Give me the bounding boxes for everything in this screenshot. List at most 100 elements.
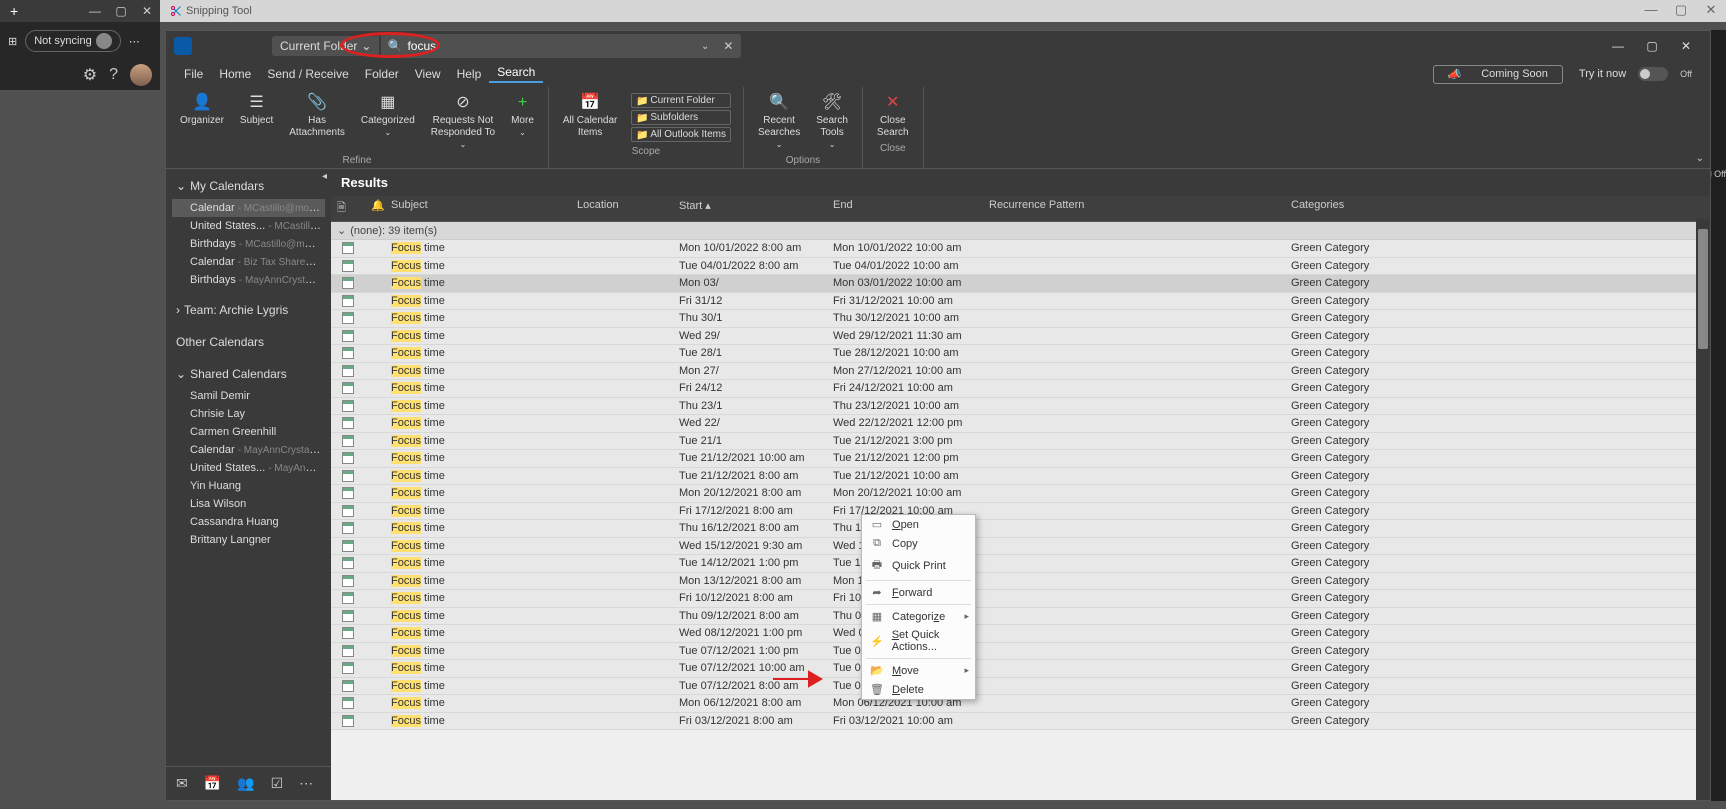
table-row[interactable]: Focus timeMon 20/12/2021 8:00 amMon 20/1…	[331, 485, 1710, 503]
scope-all-outlook[interactable]: 📁All Outlook Items	[631, 127, 731, 142]
browser-close-icon[interactable]: ✕	[134, 4, 160, 18]
table-row[interactable]: Focus timeThu 23/1Thu 23/12/2021 10:00 a…	[331, 398, 1710, 416]
table-row[interactable]: Focus timeFri 24/12Fri 24/12/2021 10:00 …	[331, 380, 1710, 398]
coming-soon-button[interactable]: 📣 Coming Soon	[1433, 65, 1563, 84]
ctx-open[interactable]: ▭Open	[862, 515, 975, 534]
nav-item[interactable]: Birthdays - MCastillo@morrow...	[172, 235, 325, 253]
snip-min-icon[interactable]: —	[1636, 0, 1666, 20]
table-row[interactable]: Focus timeMon 06/12/2021 8:00 amMon 06/1…	[331, 695, 1710, 713]
col-categories[interactable]: Categories	[1285, 199, 1710, 218]
nav-item[interactable]: Calendar - MayAnnCrystalyn.C...	[172, 441, 325, 459]
col-location[interactable]: Location	[571, 199, 673, 218]
table-row[interactable]: Focus timeMon 03/Mon 03/01/2022 10:00 am…	[331, 275, 1710, 293]
new-tab-icon[interactable]: +	[10, 3, 18, 19]
ctx-copy[interactable]: ⧉Copy	[862, 534, 975, 553]
table-row[interactable]: Focus timeWed 22/Wed 22/12/2021 12:00 pm…	[331, 415, 1710, 433]
table-row[interactable]: Focus timeTue 04/01/2022 8:00 amTue 04/0…	[331, 258, 1710, 276]
nav-item[interactable]: United States... - MCastillo@...	[172, 217, 325, 235]
ctx-move[interactable]: 📂Move▸	[862, 661, 975, 680]
table-row[interactable]: Focus timeMon 10/01/2022 8:00 amMon 10/0…	[331, 240, 1710, 258]
ctx-categorize[interactable]: ▦Categorize▸	[862, 607, 975, 626]
ribbon-collapse-icon[interactable]: ⌄	[1696, 153, 1704, 164]
search-scope-dropdown[interactable]: Current Folder ⌄	[272, 36, 379, 56]
col-start[interactable]: Start ▴	[673, 199, 827, 218]
categorized-button[interactable]: ▦Categorized⌄	[355, 91, 421, 153]
table-row[interactable]: Focus timeThu 30/1Thu 30/12/2021 10:00 a…	[331, 310, 1710, 328]
all-calendar-items-button[interactable]: 📅All Calendar Items	[557, 91, 623, 144]
scrollbar-thumb[interactable]	[1698, 229, 1708, 349]
search-clear-icon[interactable]: ✕	[715, 39, 741, 53]
scope-subfolders[interactable]: 📁Subfolders	[631, 110, 731, 125]
col-reminder[interactable]: 🔔	[365, 199, 385, 218]
table-row[interactable]: Focus timeWed 29/Wed 29/12/2021 11:30 am…	[331, 328, 1710, 346]
table-row[interactable]: Focus timeMon 27/Mon 27/12/2021 10:00 am…	[331, 363, 1710, 381]
col-recurrence[interactable]: Recurrence Pattern	[983, 199, 1285, 218]
scrollbar[interactable]	[1696, 219, 1710, 800]
has-attachments-button[interactable]: 📎Has Attachments	[283, 91, 351, 153]
table-row[interactable]: Focus timeTue 21/12/2021 10:00 amTue 21/…	[331, 450, 1710, 468]
sync-status[interactable]: Not syncing	[25, 30, 120, 52]
nav-my-calendars[interactable]: ⌄My Calendars	[172, 173, 325, 199]
search-input[interactable]	[381, 34, 695, 58]
browser-max-icon[interactable]: ▢	[108, 4, 134, 18]
more-icon[interactable]: ⋯	[299, 775, 313, 792]
calendar-icon[interactable]: 📅	[204, 775, 221, 792]
nav-team[interactable]: ›Team: Archie Lygris	[172, 297, 325, 323]
ctx-forward[interactable]: ➦Forward	[862, 583, 975, 602]
browser-min-icon[interactable]: —	[82, 4, 108, 18]
minimize-icon[interactable]: —	[1602, 39, 1634, 53]
table-row[interactable]: Focus timeThu 16/12/2021 8:00 amThu 16/1…	[331, 520, 1710, 538]
menu-search[interactable]: Search	[489, 65, 543, 83]
snip-close-icon[interactable]: ✕	[1696, 0, 1726, 20]
search-dropdown-icon[interactable]: ⌄	[695, 41, 715, 52]
organizer-button[interactable]: 👤Organizer	[174, 91, 230, 153]
table-row[interactable]: Focus timeTue 21/12/2021 8:00 amTue 21/1…	[331, 468, 1710, 486]
menu-home[interactable]: Home	[211, 67, 259, 81]
nav-shared-calendars[interactable]: ⌄Shared Calendars	[172, 361, 325, 387]
help-icon[interactable]: ?	[109, 66, 118, 84]
nav-item[interactable]: Calendar - Biz Tax Shared Cale...	[172, 253, 325, 271]
settings-icon[interactable]: ⚙	[83, 65, 97, 85]
table-row[interactable]: Focus timeFri 03/12/2021 8:00 amFri 03/1…	[331, 713, 1710, 731]
menu-view[interactable]: View	[407, 67, 449, 81]
table-row[interactable]: Focus timeWed 08/12/2021 1:00 pmWed 08/1…	[331, 625, 1710, 643]
nav-item[interactable]: Birthdays - MayAnnCrystalyn.C...	[172, 271, 325, 289]
nav-item[interactable]: Brittany Langner	[172, 531, 325, 549]
requests-not-responded-button[interactable]: ⊘Requests Not Responded To⌄	[425, 91, 501, 153]
ctx-quick-print[interactable]: 🖶Quick Print	[862, 553, 975, 578]
table-row[interactable]: Focus timeFri 10/12/2021 8:00 amFri 10/1…	[331, 590, 1710, 608]
nav-item[interactable]: Cassandra Huang	[172, 513, 325, 531]
table-row[interactable]: Focus timeMon 13/12/2021 8:00 amMon 13/1…	[331, 573, 1710, 591]
nav-item[interactable]: Calendar - MCastillo@morrow...	[172, 199, 325, 217]
menu-help[interactable]: Help	[449, 67, 490, 81]
table-row[interactable]: Focus timeFri 17/12/2021 8:00 amFri 17/1…	[331, 503, 1710, 521]
scope-current-folder[interactable]: 📁Current Folder	[631, 93, 731, 108]
more-button[interactable]: +More⌄	[505, 91, 540, 153]
col-end[interactable]: End	[827, 199, 983, 218]
nav-collapse-icon[interactable]: ◂	[322, 171, 327, 182]
snip-max-icon[interactable]: ▢	[1666, 0, 1696, 20]
nav-item[interactable]: Carmen Greenhill	[172, 423, 325, 441]
nav-item[interactable]: Samil Demir	[172, 387, 325, 405]
tasks-icon[interactable]: ☑	[271, 775, 284, 792]
search-tools-button[interactable]: 🛠Search Tools⌄	[810, 91, 854, 153]
ctx-delete[interactable]: 🗑Delete	[862, 680, 975, 699]
table-row[interactable]: Focus timeTue 07/12/2021 8:00 amTue 07/1…	[331, 678, 1710, 696]
maximize-icon[interactable]: ▢	[1636, 39, 1668, 53]
table-row[interactable]: Focus timeTue 14/12/2021 1:00 pmTue 14/1…	[331, 555, 1710, 573]
profile-avatar[interactable]	[130, 64, 152, 86]
table-row[interactable]: Focus timeTue 28/1Tue 28/12/2021 10:00 a…	[331, 345, 1710, 363]
more-icon[interactable]: ⋯	[129, 35, 142, 48]
table-row[interactable]: Focus timeWed 15/12/2021 9:30 amWed 15/1…	[331, 538, 1710, 556]
nav-item[interactable]: United States... - MayAnnCrys...	[172, 459, 325, 477]
ctx-set-quick-actions[interactable]: ⚡Set Quick Actions...	[862, 626, 975, 656]
table-row[interactable]: Focus timeTue 07/12/2021 1:00 pmTue 07/1…	[331, 643, 1710, 661]
nav-item[interactable]: Yin Huang	[172, 477, 325, 495]
recent-searches-button[interactable]: 🔍Recent Searches⌄	[752, 91, 806, 153]
workspace-icon[interactable]: ⊞	[8, 35, 17, 48]
group-header[interactable]: ⌄ (none): 39 item(s)	[331, 222, 1710, 240]
try-it-toggle[interactable]: Try it now Off	[1571, 67, 1700, 81]
table-row[interactable]: Focus timeTue 21/1Tue 21/12/2021 3:00 pm…	[331, 433, 1710, 451]
col-subject[interactable]: Subject	[385, 199, 571, 218]
nav-item[interactable]: Lisa Wilson	[172, 495, 325, 513]
